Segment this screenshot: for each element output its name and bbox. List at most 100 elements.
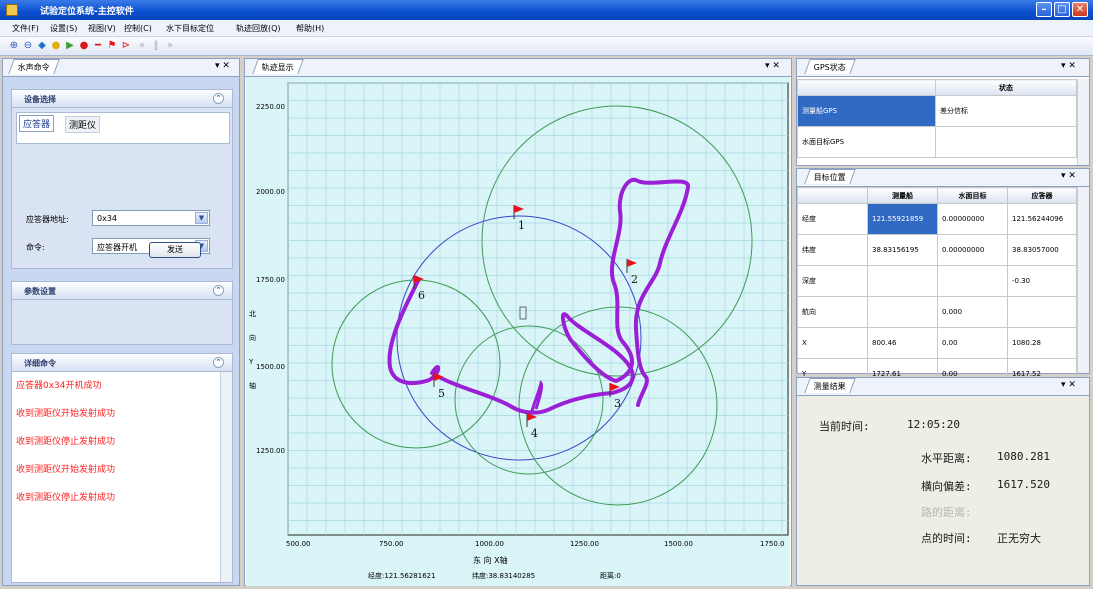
result-panel: 测量结果 ▾ ✕ 当前时间: 12:05:20 水平距离: 1080.281 横… [796,377,1090,586]
table-cell[interactable]: 121.56244096 [1007,203,1077,235]
table-row[interactable]: 经度 121.55921859 0.00000000 121.56244096 [797,203,1077,235]
menu-file[interactable]: 文件(F) [12,23,39,34]
table-cell[interactable] [935,126,1077,158]
table-cell[interactable]: 差分信标 [935,95,1077,127]
x-tick-label: 1000.00 [475,540,504,548]
tab-track-display[interactable]: 轨迹显示 [252,59,304,74]
target-scrollbar[interactable] [1077,187,1089,373]
cursor-distance: 距离:0 [600,572,621,580]
target-flag-icon [627,259,637,267]
tab-measurement-result[interactable]: 测量结果 [804,378,856,393]
table-cell[interactable]: 38.83156195 [867,234,938,266]
flag-play-icon[interactable]: ⊳ [120,40,132,52]
cursor-longitude: 经度:121.56281621 [368,572,436,580]
flag-icon[interactable]: ⚑ [106,40,118,52]
table-cell[interactable]: 800.46 [867,327,938,359]
table-row[interactable]: X 800.46 0.00 1080.28 [797,327,1077,359]
menu-playback[interactable]: 轨迹回放(Q) [236,23,281,34]
horizontal-distance-value: 1080.281 [997,450,1050,463]
panel-pin-close[interactable]: ▾ ✕ [215,61,230,71]
track-canvas[interactable]: 1 2 3 4 5 6 [246,77,790,586]
table-row[interactable]: 测量船GPS 差分信标 [797,95,1077,127]
title-bar: 试验定位系统-主控软件 – □ ✕ [0,0,1093,20]
collapse-icon[interactable]: ⌃ [213,285,224,296]
close-button[interactable]: ✕ [1072,2,1088,17]
table-row[interactable]: 航向 0.000 [797,296,1077,328]
tab-target-position[interactable]: 目标位置 [804,169,856,184]
table-cell[interactable]: 测量船GPS [797,95,936,127]
chevron-down-icon: ▼ [195,212,208,224]
table-row[interactable]: 水面目标GPS [797,126,1077,158]
table-cell[interactable]: 0.00000000 [937,234,1008,266]
gps-scrollbar[interactable] [1077,79,1089,165]
path-distance-label: 路的距离: [921,506,972,519]
stop-icon[interactable]: ● [78,40,90,52]
log-line: 收到测距仪开始发射成功 [16,465,116,475]
tab-gps-status[interactable]: GPS状态 [804,59,856,74]
device-group-header: 设备选择 ⌃ [12,90,232,108]
track-plot[interactable]: 1 2 3 4 5 6 2250.00 2000.00 1750.00 1500.00 1… [246,77,790,586]
address-select[interactable]: 0x34 ▼ [92,210,210,226]
table-row[interactable]: 深度 -0.30 [797,265,1077,297]
menu-control[interactable]: 控制(C) [124,23,152,34]
panel-pin-close[interactable]: ▾ ✕ [1061,380,1076,390]
table-cell[interactable] [937,265,1008,297]
maximize-button[interactable]: □ [1054,2,1070,17]
panel-pin-close[interactable]: ▾ ✕ [765,61,780,71]
table-cell[interactable] [867,296,938,328]
collapse-icon[interactable]: ⌃ [213,93,224,104]
toolbar: ⊕ ⊖ ◆ ● ▶ ● ━ ⚑ ⊳ « ‖ » [0,37,1093,56]
zoom-in-icon[interactable]: ⊕ [8,40,20,52]
table-cell[interactable]: 水面目标GPS [797,126,936,158]
range-circle [454,325,604,475]
row-header: 纬度 [797,234,868,266]
ship-icon[interactable]: ◆ [36,40,48,52]
log-line: 收到测距仪停止发射成功 [16,493,116,503]
table-cell[interactable] [867,265,938,297]
play-icon[interactable]: ▶ [64,40,76,52]
send-button[interactable]: 发送 [149,242,201,258]
marker-label: 6 [418,289,425,302]
rewind-icon[interactable]: « [136,40,148,52]
collapse-icon[interactable]: ⌃ [213,357,224,368]
forward-icon[interactable]: » [164,40,176,52]
current-time-label: 当前时间: [819,420,870,433]
tab-acoustic-command[interactable]: 水声命令 [8,59,60,74]
tab-transponder[interactable]: 应答器 [19,115,55,132]
panel-pin-close[interactable]: ▾ ✕ [1061,61,1076,71]
log-scrollbar[interactable] [220,372,232,582]
menu-help[interactable]: 帮助(H) [296,23,324,34]
log-line: 应答器0x34开机成功 [16,381,102,391]
table-cell[interactable]: 0.000 [937,296,1008,328]
tab-rangefinder[interactable]: 测距仪 [65,116,101,133]
target-flag-icon [514,205,524,213]
line-icon[interactable]: ━ [92,40,104,52]
table-cell[interactable]: 0.00 [937,327,1008,359]
x-tick-label: 1750.0 [760,540,785,548]
point-time-label: 点的时间: [921,532,972,545]
table-cell[interactable]: 38.83057000 [1007,234,1077,266]
table-cell[interactable] [1007,296,1077,328]
minimize-button[interactable]: – [1036,2,1052,17]
table-cell[interactable]: 1080.28 [1007,327,1077,359]
zoom-out-icon[interactable]: ⊖ [22,40,34,52]
address-label: 应答器地址: [26,215,69,224]
track-line [530,380,544,412]
table-cell[interactable]: 121.55921859 [867,203,938,235]
menu-view[interactable]: 视图(V) [88,23,116,34]
lateral-offset-label: 横向偏差: [921,480,972,493]
x-tick-label: 500.00 [286,540,311,548]
menu-underwater-target[interactable]: 水下目标定位 [166,23,214,34]
window-title: 试验定位系统-主控软件 [40,7,134,17]
marker-label: 5 [438,387,445,400]
pause-icon[interactable]: ‖ [150,40,162,52]
panel-pin-close[interactable]: ▾ ✕ [1061,171,1076,181]
menu-settings[interactable]: 设置(S) [50,23,77,34]
warning-icon[interactable]: ● [50,40,62,52]
x-tick-label: 750.00 [379,540,404,548]
table-row[interactable]: 纬度 38.83156195 0.00000000 38.83057000 [797,234,1077,266]
table-cell[interactable]: -0.30 [1007,265,1077,297]
table-cell[interactable]: 0.00000000 [937,203,1008,235]
column-header: 水面目标 [937,187,1008,204]
row-header: 航向 [797,296,868,328]
